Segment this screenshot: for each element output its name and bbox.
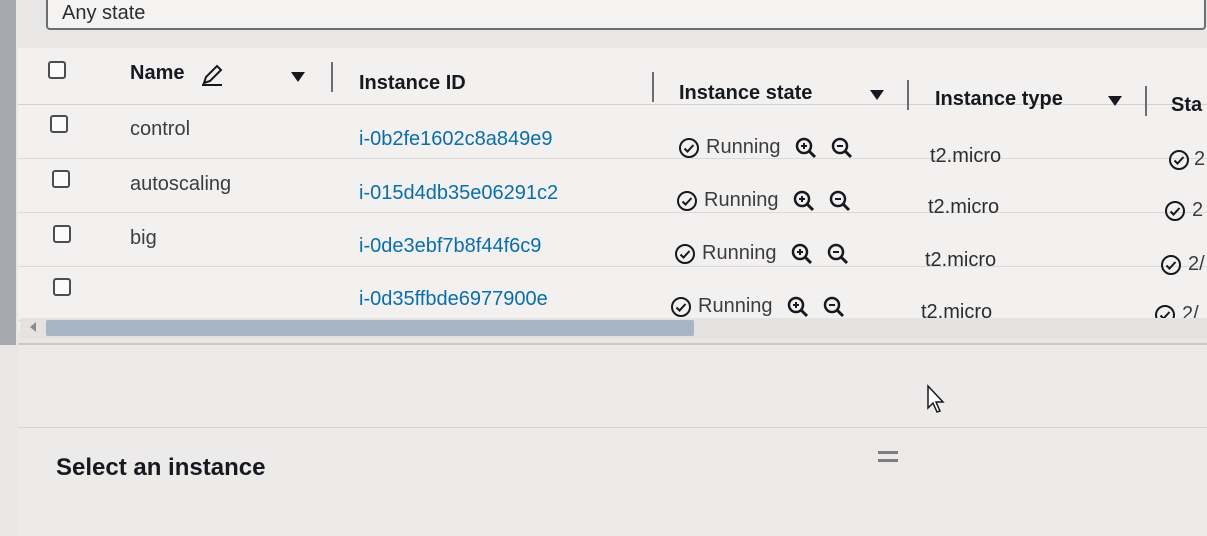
sort-name-caret-down-icon[interactable]: [291, 72, 305, 82]
zoom-in-icon[interactable]: [793, 190, 815, 212]
check-circle-icon: [677, 190, 697, 211]
table-row[interactable]: autoscaling i-015d4db35e06291c2 Running …: [18, 158, 1207, 221]
scrollbar-thumb[interactable]: [46, 320, 694, 336]
details-pane: [18, 345, 1207, 536]
left-side-strip: [0, 0, 16, 345]
zoom-in-icon[interactable]: [795, 137, 817, 159]
instance-id-link[interactable]: i-0d35ffbde6977900e: [359, 288, 548, 311]
pencil-icon: [202, 64, 223, 86]
column-divider[interactable]: [652, 72, 654, 102]
select-all-checkbox[interactable]: [48, 61, 66, 79]
instance-id-link[interactable]: i-0de3ebf7b8f44f6c9: [359, 235, 541, 258]
mouse-cursor-icon: [927, 384, 945, 413]
check-circle-icon: [671, 296, 691, 317]
row-checkbox[interactable]: [52, 170, 70, 188]
horizontal-scrollbar[interactable]: [20, 318, 1207, 338]
zoom-out-icon[interactable]: [823, 296, 845, 318]
table-row[interactable]: control i-0b2fe1602c8a849e9 Running t2.m…: [18, 104, 1207, 170]
zoom-in-icon[interactable]: [791, 243, 813, 265]
instances-table: Name Instance ID Instance state Instance…: [18, 48, 1207, 330]
instance-state-filter[interactable]: Any state: [46, 0, 1206, 30]
row-checkbox[interactable]: [53, 278, 71, 296]
instance-id-link[interactable]: i-0b2fe1602c8a849e9: [359, 128, 553, 151]
instance-state: Running: [678, 136, 853, 159]
instance-state-label: Running: [698, 295, 773, 317]
zoom-out-icon[interactable]: [827, 243, 849, 265]
instance-state-label: Running: [704, 189, 779, 211]
table-row[interactable]: i-0d35ffbde6977900e Running t2.micro 2/: [18, 266, 1207, 325]
scroll-left-arrow-icon[interactable]: [30, 322, 36, 332]
instance-state: Running: [674, 242, 849, 265]
zoom-out-icon[interactable]: [829, 190, 851, 212]
sort-state-caret-down-icon[interactable]: [870, 90, 884, 100]
instance-state-label: Running: [702, 242, 777, 264]
column-divider[interactable]: [331, 62, 333, 92]
zoom-out-icon[interactable]: [831, 137, 853, 159]
instance-state-label: Running: [706, 136, 781, 158]
instance-id-link[interactable]: i-015d4db35e06291c2: [359, 182, 558, 205]
instance-state: Running: [670, 295, 845, 318]
details-title: Select an instance: [56, 454, 266, 481]
filter-value: Any state: [62, 2, 146, 24]
table-header: Name Instance ID Instance state Instance…: [18, 48, 1207, 116]
row-checkbox[interactable]: [50, 115, 68, 133]
table-row[interactable]: big i-0de3ebf7b8f44f6c9 Running t2.micro: [18, 212, 1207, 275]
column-header-instance-id[interactable]: Instance ID: [359, 72, 466, 95]
check-circle-icon: [679, 137, 699, 158]
instance-state: Running: [676, 189, 851, 212]
check-circle-icon: [675, 243, 695, 264]
instance-name: control: [130, 118, 191, 140]
column-header-name[interactable]: Name: [130, 62, 184, 85]
instance-name: big: [130, 227, 157, 249]
column-header-instance-state[interactable]: Instance state: [679, 82, 812, 105]
row-checkbox[interactable]: [53, 225, 71, 243]
drag-handle-icon[interactable]: [878, 450, 898, 464]
zoom-in-icon[interactable]: [787, 296, 809, 318]
details-divider: [18, 427, 1207, 428]
instance-name: autoscaling: [130, 173, 232, 195]
